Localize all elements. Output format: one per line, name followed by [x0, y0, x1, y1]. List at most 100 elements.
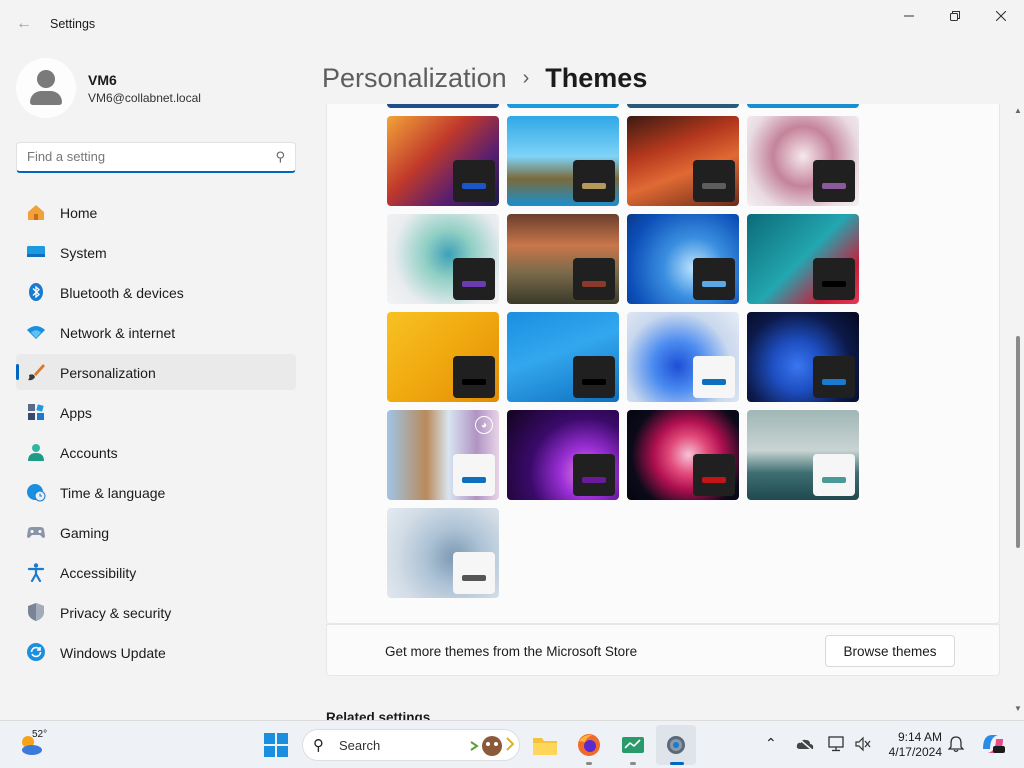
- sidebar-item-system[interactable]: System: [16, 234, 296, 270]
- theme-thumbnail[interactable]: [507, 214, 619, 304]
- shield-icon: [26, 602, 46, 622]
- taskbar-firefox[interactable]: [575, 731, 603, 759]
- themes-card: ◕: [326, 104, 1000, 624]
- search-input[interactable]: [27, 149, 267, 164]
- start-button[interactable]: [264, 733, 288, 757]
- notification-bell-icon[interactable]: [948, 735, 964, 753]
- theme-thumbnail[interactable]: [507, 116, 619, 206]
- clock-date: 4/17/2024: [888, 745, 942, 759]
- theme-preview-window: [573, 258, 615, 300]
- paintbrush-icon: [26, 362, 46, 382]
- maximize-button[interactable]: [932, 0, 978, 32]
- theme-thumbnail[interactable]: [627, 214, 739, 304]
- sidebar-item-label: Personalization: [60, 365, 156, 381]
- theme-thumbnail[interactable]: ◕: [387, 410, 499, 500]
- back-button[interactable]: ←: [12, 12, 36, 36]
- theme-accent-swatch: [822, 281, 846, 287]
- sidebar-item-privacy-security[interactable]: Privacy & security: [16, 594, 296, 630]
- update-icon: [26, 642, 46, 662]
- avatar[interactable]: [16, 58, 76, 118]
- sidebar-item-accessibility[interactable]: Accessibility: [16, 554, 296, 590]
- sidebar-item-label: Windows Update: [60, 645, 166, 661]
- theme-thumbnail[interactable]: [627, 312, 739, 402]
- cloud-offline-icon[interactable]: [796, 737, 814, 751]
- chevron-right-icon: ›: [522, 66, 530, 89]
- avatar-head: [37, 70, 55, 88]
- theme-thumbnail[interactable]: [507, 312, 619, 402]
- scrollbar[interactable]: ▲ ▼: [1012, 104, 1024, 720]
- volume-muted-icon[interactable]: [854, 736, 872, 752]
- close-button[interactable]: [978, 0, 1024, 32]
- theme-thumbnail-partial[interactable]: [627, 104, 739, 108]
- theme-thumbnail[interactable]: [747, 116, 859, 206]
- taskbar-task-manager[interactable]: [619, 731, 647, 759]
- sidebar-item-label: System: [60, 245, 107, 261]
- taskbar-search[interactable]: ⚲ Search: [302, 729, 520, 761]
- sidebar-item-personalization[interactable]: Personalization: [16, 354, 296, 390]
- person-icon: [26, 442, 46, 462]
- chevron-up-icon[interactable]: ⌃: [765, 735, 777, 752]
- restore-icon: [950, 11, 960, 21]
- theme-preview-window: [453, 356, 495, 398]
- copilot-icon[interactable]: [980, 731, 1006, 757]
- theme-accent-swatch: [822, 183, 846, 189]
- theme-accent-swatch: [702, 281, 726, 287]
- sidebar-item-accounts[interactable]: Accounts: [16, 434, 296, 470]
- theme-thumbnail[interactable]: [387, 116, 499, 206]
- theme-thumbnail[interactable]: [627, 116, 739, 206]
- page-title: Themes: [545, 62, 648, 93]
- breadcrumb: Personalization › Themes: [322, 58, 647, 98]
- search-box[interactable]: ⚲: [16, 142, 296, 173]
- taskbar-file-explorer[interactable]: [531, 731, 559, 759]
- sidebar-item-label: Time & language: [60, 485, 166, 501]
- theme-thumbnail[interactable]: [387, 214, 499, 304]
- minimize-button[interactable]: [886, 0, 932, 32]
- theme-thumbnail-partial[interactable]: [387, 104, 499, 108]
- sidebar-item-label: Home: [60, 205, 98, 221]
- user-name: VM6: [88, 72, 117, 88]
- browse-themes-button[interactable]: Browse themes: [825, 635, 955, 667]
- network-display-icon[interactable]: [828, 736, 846, 752]
- sidebar-item-apps[interactable]: Apps: [16, 394, 296, 430]
- user-email: VM6@collabnet.local: [88, 91, 201, 105]
- theme-accent-swatch: [582, 183, 606, 189]
- theme-thumbnail[interactable]: [627, 410, 739, 500]
- sidebar-item-bluetooth[interactable]: Bluetooth & devices: [16, 274, 296, 310]
- taskbar-settings[interactable]: [662, 731, 690, 759]
- theme-thumbnail-partial[interactable]: [747, 104, 859, 108]
- theme-preview-window: [453, 552, 495, 594]
- taskbar-clock[interactable]: 9:14 AM 4/17/2024: [882, 730, 942, 760]
- minimize-icon: [904, 15, 914, 17]
- theme-badge-icon: ◕: [475, 416, 493, 434]
- theme-accent-swatch: [822, 379, 846, 385]
- monitor-icon: [26, 242, 46, 262]
- sidebar-item-home[interactable]: Home: [16, 194, 296, 230]
- firefox-icon: [578, 734, 600, 756]
- accessibility-icon: [26, 562, 46, 582]
- theme-thumbnail[interactable]: [747, 312, 859, 402]
- sidebar-item-network[interactable]: Network & internet: [16, 314, 296, 350]
- scroll-thumb[interactable]: [1016, 336, 1020, 548]
- gear-icon: [667, 736, 685, 754]
- theme-accent-swatch: [462, 281, 486, 287]
- theme-thumbnail[interactable]: [747, 410, 859, 500]
- theme-thumbnail[interactable]: [387, 312, 499, 402]
- theme-thumbnail[interactable]: [507, 410, 619, 500]
- theme-preview-window: [693, 258, 735, 300]
- theme-thumbnail[interactable]: [747, 214, 859, 304]
- sidebar-item-label: Gaming: [60, 525, 110, 541]
- scroll-down-icon[interactable]: ▼: [1014, 704, 1022, 713]
- sidebar-item-gaming[interactable]: Gaming: [16, 514, 296, 550]
- breadcrumb-parent[interactable]: Personalization: [322, 63, 507, 94]
- store-row: Get more themes from the Microsoft Store…: [326, 624, 1000, 676]
- theme-accent-swatch: [462, 183, 486, 189]
- search-highlight-icon: [470, 736, 515, 756]
- clock-time: 9:14 AM: [897, 730, 942, 744]
- sidebar-item-windows-update[interactable]: Windows Update: [16, 634, 296, 670]
- theme-thumbnail-partial[interactable]: [507, 104, 619, 108]
- sidebar-item-label: Network & internet: [60, 325, 176, 341]
- scroll-up-icon[interactable]: ▲: [1014, 106, 1022, 115]
- windows-logo-icon: [264, 733, 288, 757]
- sidebar-item-time-language[interactable]: Time & language: [16, 474, 296, 510]
- theme-thumbnail[interactable]: [387, 508, 499, 598]
